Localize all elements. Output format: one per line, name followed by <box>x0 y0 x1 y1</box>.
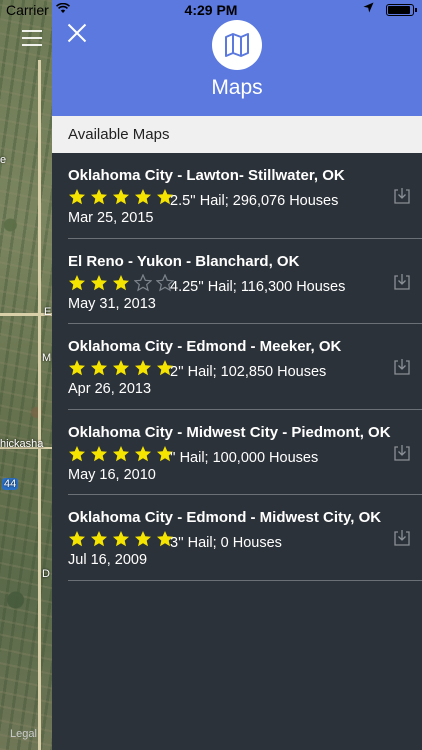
map-detail: 2'' Hail; 102,850 Houses <box>170 364 327 380</box>
section-header: Available Maps <box>52 116 422 153</box>
star-rating <box>68 273 178 292</box>
star-filled-icon <box>135 189 151 205</box>
star-filled-icon <box>91 445 107 461</box>
hamburger-menu-icon[interactable] <box>22 30 42 51</box>
map-date: Jul 16, 2009 <box>68 552 148 568</box>
location-arrow-icon <box>363 2 374 16</box>
star-rating <box>68 359 178 377</box>
star-filled-icon <box>135 445 151 461</box>
star-filled-icon <box>69 531 85 547</box>
star-rating <box>68 530 178 548</box>
map-label: M <box>42 352 52 364</box>
star-filled-icon <box>113 360 129 376</box>
map-date: Mar 25, 2015 <box>68 210 154 226</box>
star-filled-icon <box>69 274 85 290</box>
map-list-item[interactable]: Oklahoma City - Midwest City - Piedmont,… <box>68 410 422 495</box>
star-rating <box>68 188 178 206</box>
map-list-item[interactable]: Oklahoma City - Edmond - Meeker, OK 2'' H… <box>68 324 422 410</box>
download-icon[interactable] <box>393 529 411 547</box>
star-rating <box>68 445 178 463</box>
map-label: E <box>44 306 52 318</box>
download-icon[interactable] <box>393 444 411 462</box>
map-list-item[interactable]: El Reno - Yukon - Blanchard, OK 4.25'' Ha… <box>68 239 422 324</box>
star-filled-icon <box>113 274 129 290</box>
star-filled-icon <box>113 445 129 461</box>
close-icon[interactable] <box>66 22 88 44</box>
map-detail: 4.25'' Hail; 116,300 Houses <box>170 278 346 295</box>
star-empty-icon <box>134 273 152 291</box>
map-icon <box>212 20 262 70</box>
map-label: e <box>0 154 7 166</box>
map-date: May 31, 2013 <box>68 295 156 312</box>
star-filled-icon <box>91 360 107 376</box>
battery-icon <box>386 4 417 16</box>
maps-list: Oklahoma City - Lawton- Stillwater, OK 2.… <box>68 153 422 581</box>
star-filled-icon <box>135 531 151 547</box>
map-label: D <box>42 568 50 580</box>
map-detail: 2.5'' Hail; 296,076 Houses <box>170 193 339 209</box>
map-list-item[interactable]: Oklahoma City - Lawton- Stillwater, OK 2.… <box>68 153 422 239</box>
map-title: Oklahoma City - Lawton- Stillwater, OK <box>68 167 345 184</box>
map-date: May 16, 2010 <box>68 466 156 483</box>
download-icon[interactable] <box>393 273 411 291</box>
download-icon[interactable] <box>393 187 411 205</box>
map-title: Oklahoma City - Edmond - Midwest City, O… <box>68 509 382 526</box>
star-filled-icon <box>113 189 129 205</box>
map-label: 44 <box>2 478 19 490</box>
download-icon[interactable] <box>393 358 411 376</box>
map-date: Apr 26, 2013 <box>68 381 152 397</box>
star-filled-icon <box>91 531 107 547</box>
map-list-item[interactable]: Oklahoma City - Edmond - Midwest City, O… <box>68 495 422 581</box>
map-title: El Reno - Yukon - Blanchard, OK <box>68 252 300 270</box>
map-title: Oklahoma City - Midwest City - Piedmont,… <box>68 423 391 441</box>
map-road <box>38 60 41 750</box>
map-detail: 3'' Hail; 0 Houses <box>170 535 282 551</box>
star-filled-icon <box>91 274 107 290</box>
star-filled-icon <box>69 360 85 376</box>
map-label: hickasha <box>0 438 44 450</box>
star-filled-icon <box>113 531 129 547</box>
background-map[interactable]: e E M hickasha 44 D Legal <box>0 0 52 750</box>
drawer-title: Maps <box>211 76 263 99</box>
maps-drawer: Maps Available Maps Oklahoma City - Lawt… <box>52 0 422 750</box>
clock: 4:29 PM <box>184 2 238 18</box>
map-title: Oklahoma City - Edmond - Meeker, OK <box>68 338 342 355</box>
map-detail: '' Hail; 100,000 Houses <box>170 449 319 466</box>
star-filled-icon <box>69 189 85 205</box>
star-filled-icon <box>135 360 151 376</box>
legal-link[interactable]: Legal <box>10 728 37 740</box>
status-bar: Carrier 4:29 PM <box>0 0 422 20</box>
star-filled-icon <box>69 445 85 461</box>
star-filled-icon <box>91 189 107 205</box>
